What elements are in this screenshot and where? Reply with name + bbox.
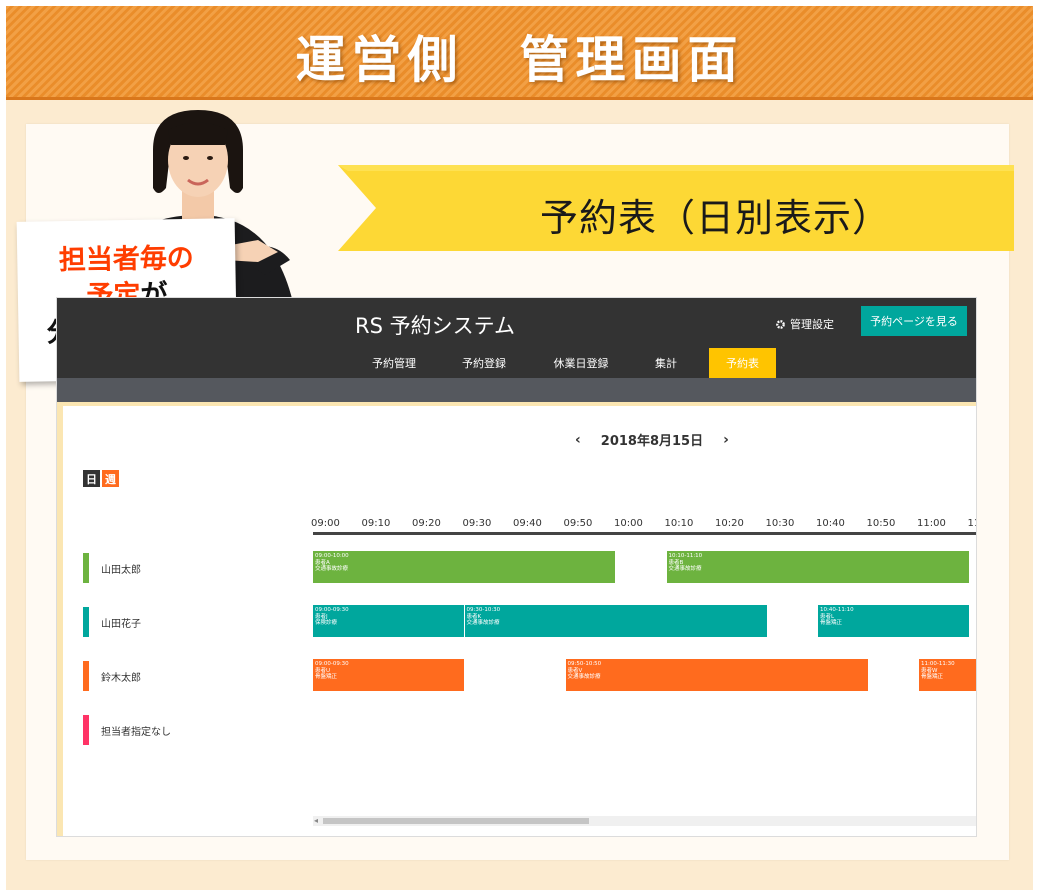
next-day-button[interactable]: › — [723, 432, 729, 448]
header-banner: 運営側 管理画面 — [6, 6, 1033, 100]
time-tick-label: 10:00 — [614, 518, 643, 529]
staff-row: 山田花子 — [83, 607, 141, 637]
reservation-block[interactable]: 10:10-11:10 患者B 交通事故診療 — [666, 551, 970, 583]
prev-day-button[interactable]: ‹ — [575, 432, 581, 448]
reservation-block[interactable]: 09:50-10:50 患者V 交通事故診療 — [565, 659, 869, 691]
time-tick-label: 09:30 — [462, 518, 492, 529]
reservation-block[interactable]: 09:30-10:30 患者K 交通事故診療 — [464, 605, 768, 637]
time-tick-label: 09:50 — [563, 518, 593, 529]
time-tick-label: 09:20 — [412, 518, 441, 529]
scrollbar-thumb[interactable] — [323, 818, 589, 824]
staff-color-marker — [83, 553, 89, 583]
time-tick-label: 10:30 — [765, 518, 795, 529]
app-title: RS 予約システム — [355, 314, 515, 338]
day-view-toggle[interactable]: 日 — [83, 470, 100, 487]
horizontal-scrollbar[interactable]: ◂ — [313, 816, 976, 826]
time-tick-label: 09:00 — [311, 518, 340, 529]
settings-label: 管理設定 — [790, 318, 834, 331]
time-tick-label: 09:10 — [361, 518, 391, 529]
staff-name: 山田太郎 — [101, 564, 141, 576]
reservation-block[interactable]: 10:40-11:10 患者L 骨盤矯正 — [818, 605, 970, 637]
scroll-left-icon[interactable]: ◂ — [314, 816, 318, 825]
nav-tab-reservation-register[interactable]: 予約登録 — [445, 348, 523, 378]
sub-toolbar — [57, 378, 976, 402]
settings-link[interactable]: 管理設定 — [775, 316, 834, 332]
nav-tab-stats[interactable]: 集計 — [637, 348, 695, 378]
nav-tab-reservation-management[interactable]: 予約管理 — [355, 348, 433, 378]
staff-name: 鈴木太郎 — [101, 672, 141, 684]
current-date: 2018年8月15日 — [600, 434, 704, 449]
banner-title: 運営側 管理画面 — [295, 31, 744, 89]
time-tick-label: 10:40 — [816, 518, 845, 529]
reservation-block[interactable]: 09:00-09:30 患者U 骨盤矯正 — [313, 659, 465, 691]
time-tick-label: 09:40 — [513, 518, 542, 529]
nav-tab-holiday-register[interactable]: 休業日登録 — [539, 348, 623, 378]
time-tick-label: 10:20 — [715, 518, 744, 529]
view-reservation-page-button[interactable]: 予約ページを見る — [861, 306, 967, 336]
reservation-menu: 交通事故診療 — [466, 620, 500, 626]
time-tick-label: 10:50 — [866, 518, 896, 529]
reservation-menu: 骨盤矯正 — [820, 620, 843, 626]
staff-row: 鈴木太郎 — [83, 661, 141, 691]
reservation-menu: 骨盤矯正 — [921, 674, 944, 680]
time-tick-label: 11 — [967, 518, 977, 529]
app-header: RS 予約システム 管理設定 予約ページを見る 予約管理 予約登録 休業日登録 … — [57, 298, 976, 378]
staff-name: 山田花子 — [101, 618, 141, 630]
time-tick-label: 11:00 — [917, 518, 946, 529]
time-tick-label: 10:10 — [664, 518, 694, 529]
ribbon-text: 予約表（日別表示） — [540, 196, 892, 240]
staff-color-marker — [83, 607, 89, 637]
staff-color-marker — [83, 661, 89, 691]
sign-line-1: 担当者毎の — [58, 242, 195, 277]
staff-color-marker — [83, 715, 89, 745]
view-toggle: 日 週 — [83, 470, 119, 487]
reservation-menu: 交通事故診療 — [315, 566, 349, 572]
gear-icon — [776, 319, 785, 329]
app-window: RS 予約システム 管理設定 予約ページを見る 予約管理 予約登録 休業日登録 … — [56, 297, 977, 837]
time-axis-line — [313, 532, 976, 535]
week-view-toggle[interactable]: 週 — [102, 470, 119, 487]
staff-name: 担当者指定なし — [101, 726, 171, 738]
reservation-menu: 保険診療 — [315, 620, 338, 626]
reservation-block[interactable]: 09:00-10:00 患者A 交通事故診療 — [313, 551, 616, 583]
staff-row: 担当者指定なし — [83, 715, 171, 745]
staff-row: 山田太郎 — [83, 553, 141, 583]
reservation-menu: 骨盤矯正 — [315, 674, 338, 680]
reservation-menu: 交通事故診療 — [668, 566, 702, 572]
reservation-block[interactable]: 09:00-09:30 患者J 保険診療 — [313, 605, 465, 637]
reservation-block[interactable]: 11:00-11:30 患者W 骨盤矯正 — [919, 659, 976, 691]
date-navigation: ‹ 2018年8月15日 › — [575, 430, 729, 450]
nav-tab-schedule[interactable]: 予約表 — [709, 348, 776, 378]
reservation-menu: 交通事故診療 — [567, 674, 601, 680]
